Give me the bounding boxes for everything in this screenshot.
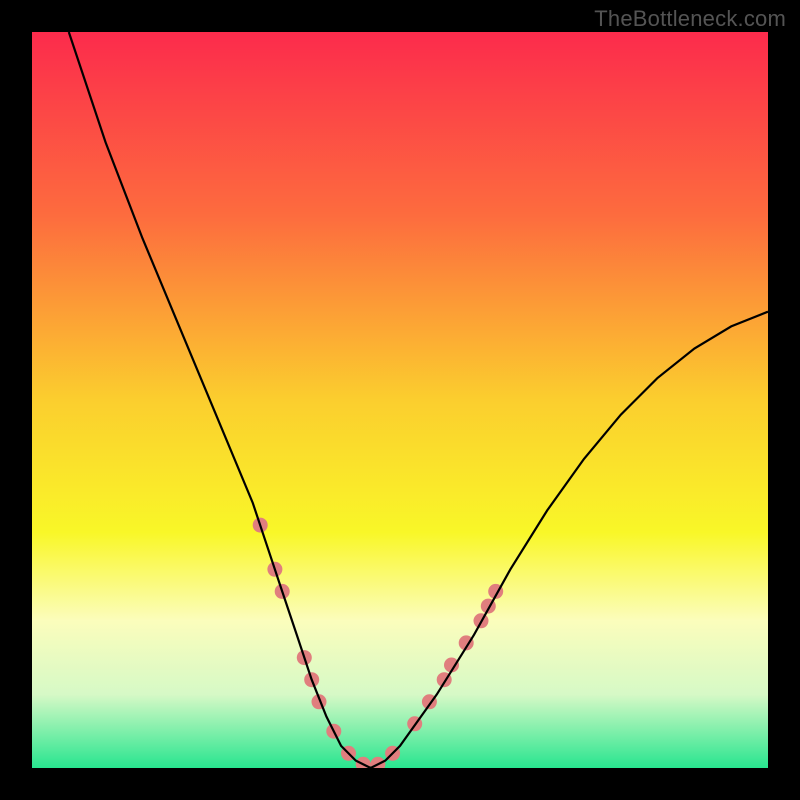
chart-background <box>32 32 768 768</box>
watermark-text: TheBottleneck.com <box>594 6 786 32</box>
plot-area <box>32 32 768 768</box>
chart-stage: TheBottleneck.com <box>0 0 800 800</box>
chart-svg <box>32 32 768 768</box>
